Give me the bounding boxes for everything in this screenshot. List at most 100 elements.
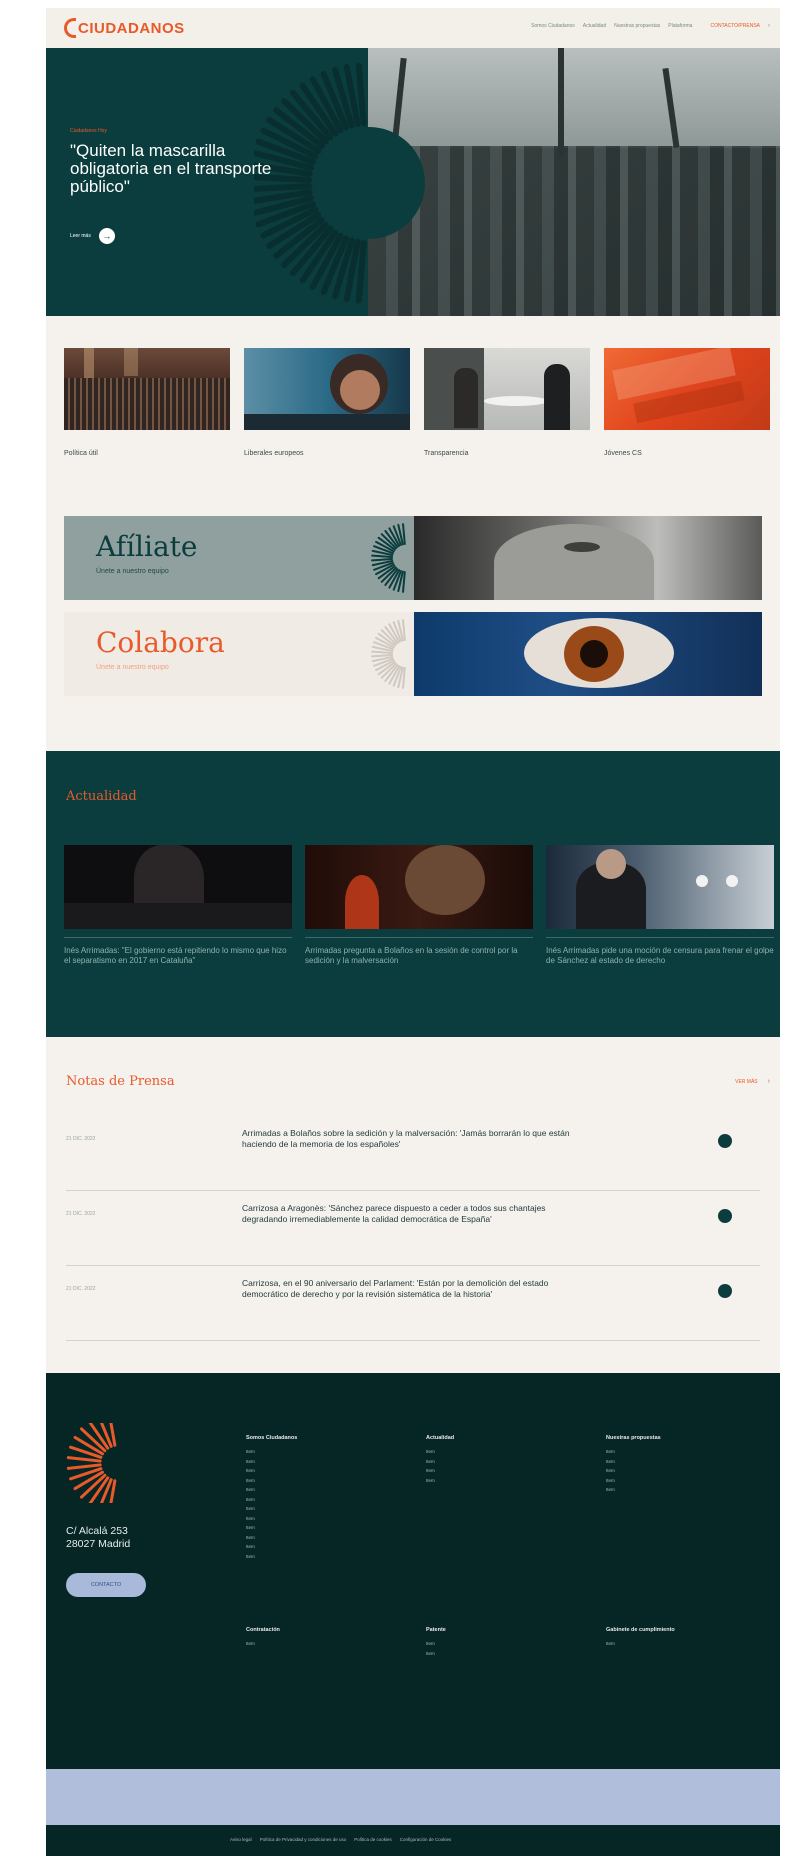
footer-link[interactable]: Item xyxy=(606,1447,756,1457)
footer-link[interactable]: Item xyxy=(426,1639,576,1649)
footer-link[interactable]: Item xyxy=(426,1457,576,1467)
afiliate-title[interactable]: Afíliate xyxy=(96,530,197,563)
news-card[interactable]: Arrimadas pregunta a Bolaños en la sesió… xyxy=(305,845,533,966)
news-card[interactable]: Inés Arrimadas: "El gobierno está repiti… xyxy=(64,845,292,966)
category-image[interactable] xyxy=(64,348,230,430)
legal-config-cookies[interactable]: Configuración de Cookies xyxy=(400,1837,452,1842)
press-note[interactable]: 21 DIC. 2022 Arrimadas a Bolaños sobre l… xyxy=(66,1116,760,1191)
site-header: CIUDADANOS Somos Ciudadanos Actualidad N… xyxy=(46,8,780,48)
footer-link[interactable]: Item xyxy=(606,1457,756,1467)
notas-ver-mas[interactable]: VER MÁS › xyxy=(735,1078,770,1085)
footer-link[interactable]: Item xyxy=(606,1466,756,1476)
news-image[interactable] xyxy=(546,845,774,929)
legal-links: Aviso legal Política de Privacidad y con… xyxy=(230,1837,451,1842)
main-nav: Somos Ciudadanos Actualidad Nuestras pro… xyxy=(531,23,770,29)
colabora-banner[interactable]: Colabora Únete a nuestro equipo xyxy=(64,612,762,696)
footer-column: Patente Item Item xyxy=(426,1627,576,1658)
actualidad-section: Actualidad Inés Arrimadas: "El gobierno … xyxy=(46,751,780,1037)
category-label[interactable]: Jóvenes CS xyxy=(604,450,770,457)
dot-button-icon[interactable] xyxy=(718,1284,732,1298)
footer-link[interactable]: Item xyxy=(246,1542,396,1552)
footer-link[interactable]: Item xyxy=(606,1639,756,1649)
category-politica-util[interactable]: Política útil xyxy=(64,348,230,457)
footer-link[interactable]: Item xyxy=(246,1466,396,1476)
footer-column-heading[interactable]: Somos Ciudadanos xyxy=(246,1435,396,1441)
footer-link[interactable]: Item xyxy=(246,1533,396,1543)
legal-privacidad[interactable]: Política de Privacidad y condiciones de … xyxy=(260,1837,347,1842)
logo[interactable]: CIUDADANOS xyxy=(64,18,185,38)
legal-aviso[interactable]: Aviso legal xyxy=(230,1837,252,1842)
footer-link[interactable]: Item xyxy=(426,1476,576,1486)
footer-link[interactable]: Item xyxy=(426,1466,576,1476)
footer-link[interactable]: Item xyxy=(606,1476,756,1486)
afiliate-photo xyxy=(414,516,762,600)
footer-link[interactable]: Item xyxy=(246,1495,396,1505)
news-image[interactable] xyxy=(305,845,533,929)
footer-column: Gabinete de cumplimiento Item xyxy=(606,1627,756,1649)
category-image[interactable] xyxy=(424,348,590,430)
colabora-title[interactable]: Colabora xyxy=(96,626,225,659)
hero-read-more-label[interactable]: Leer más xyxy=(70,233,91,239)
footer-band xyxy=(46,1769,780,1825)
hero-read-more[interactable]: Leer más → xyxy=(70,228,115,244)
footer-link[interactable]: Item xyxy=(246,1514,396,1524)
news-title[interactable]: Arrimadas pregunta a Bolaños en la sesió… xyxy=(305,946,533,966)
footer-column-heading[interactable]: Gabinete de cumplimiento xyxy=(606,1627,756,1633)
category-transparencia[interactable]: Transparencia xyxy=(424,348,590,457)
footer-link[interactable]: Item xyxy=(426,1447,576,1457)
press-note[interactable]: 21 DIC. 2022 Carrizosa, en el 90 anivers… xyxy=(66,1266,760,1341)
news-card[interactable]: Inés Arrimadas pide una moción de censur… xyxy=(546,845,774,966)
footer-column-heading[interactable]: Actualidad xyxy=(426,1435,576,1441)
dot-button-icon[interactable] xyxy=(718,1134,732,1148)
hero-title: "Quiten la mascarilla obligatoria en el … xyxy=(70,141,272,196)
dot-button-icon[interactable] xyxy=(718,1209,732,1223)
category-jovenes-cs[interactable]: Jóvenes CS xyxy=(604,348,770,457)
footer-link[interactable]: Item xyxy=(246,1485,396,1495)
press-note[interactable]: 21 DIC. 2022 Carrizosa a Aragonès: 'Sánc… xyxy=(66,1191,760,1266)
footer-column-heading[interactable]: Nuestras propuestas xyxy=(606,1435,756,1441)
press-note-title[interactable]: Carrizosa a Aragonès: 'Sánchez parece di… xyxy=(242,1203,592,1225)
news-image[interactable] xyxy=(64,845,292,929)
hero: Ciudadanos Hoy "Quiten la mascarilla obl… xyxy=(46,48,780,316)
nav-contacto-prensa[interactable]: CONTACTO/PRENSA xyxy=(710,23,760,29)
page: CIUDADANOS Somos Ciudadanos Actualidad N… xyxy=(46,8,780,1856)
footer-column: Actualidad Item Item Item Item xyxy=(426,1435,576,1485)
footer-link[interactable]: Item xyxy=(606,1485,756,1495)
chevron-right-icon[interactable]: › xyxy=(768,1078,770,1085)
news-title[interactable]: Inés Arrimadas: "El gobierno está repiti… xyxy=(64,946,292,966)
footer-address: C/ Alcalá 253 28027 Madrid xyxy=(66,1525,130,1551)
category-label[interactable]: Transparencia xyxy=(424,450,590,457)
footer-column: Somos Ciudadanos Item Item Item Item Item Ite… xyxy=(246,1435,396,1561)
footer-column-heading[interactable]: Patente xyxy=(426,1627,576,1633)
footer-link[interactable]: Item xyxy=(246,1523,396,1533)
colabora-subtitle: Únete a nuestro equipo xyxy=(96,664,169,671)
nav-somos-ciudadanos[interactable]: Somos Ciudadanos xyxy=(531,23,575,29)
nav-propuestas[interactable]: Nuestras propuestas xyxy=(614,23,660,29)
category-liberales-europeos[interactable]: Liberales europeos xyxy=(244,348,410,457)
footer-link[interactable]: Item xyxy=(246,1447,396,1457)
ver-mas-label[interactable]: VER MÁS xyxy=(735,1079,758,1085)
ciudadanos-c-icon xyxy=(64,18,76,38)
press-note-title[interactable]: Arrimadas a Bolaños sobre la sedición y … xyxy=(242,1128,592,1150)
afiliate-banner[interactable]: Afíliate Únete a nuestro equipo xyxy=(64,516,762,600)
category-image[interactable] xyxy=(244,348,410,430)
press-note-title[interactable]: Carrizosa, en el 90 aniversario del Parl… xyxy=(242,1278,592,1300)
category-label[interactable]: Política útil xyxy=(64,450,230,457)
arrow-right-icon[interactable]: → xyxy=(98,228,115,244)
chevron-right-icon[interactable]: › xyxy=(768,23,770,29)
news-title[interactable]: Inés Arrimadas pide una moción de censur… xyxy=(546,946,774,966)
footer-link[interactable]: Item xyxy=(426,1649,576,1659)
footer-link[interactable]: Item xyxy=(246,1639,396,1649)
address-line: C/ Alcalá 253 xyxy=(66,1525,128,1537)
footer-link[interactable]: Item xyxy=(246,1504,396,1514)
category-image[interactable] xyxy=(604,348,770,430)
category-label[interactable]: Liberales europeos xyxy=(244,450,410,457)
contact-button[interactable]: CONTACTO xyxy=(66,1573,146,1597)
footer-link[interactable]: Item xyxy=(246,1552,396,1562)
footer-link[interactable]: Item xyxy=(246,1476,396,1486)
legal-cookies[interactable]: Política de cookies xyxy=(354,1837,392,1842)
nav-actualidad[interactable]: Actualidad xyxy=(583,23,606,29)
footer-column-heading[interactable]: Contratación xyxy=(246,1627,396,1633)
nav-plataforma[interactable]: Plataforma xyxy=(668,23,692,29)
footer-link[interactable]: Item xyxy=(246,1457,396,1467)
